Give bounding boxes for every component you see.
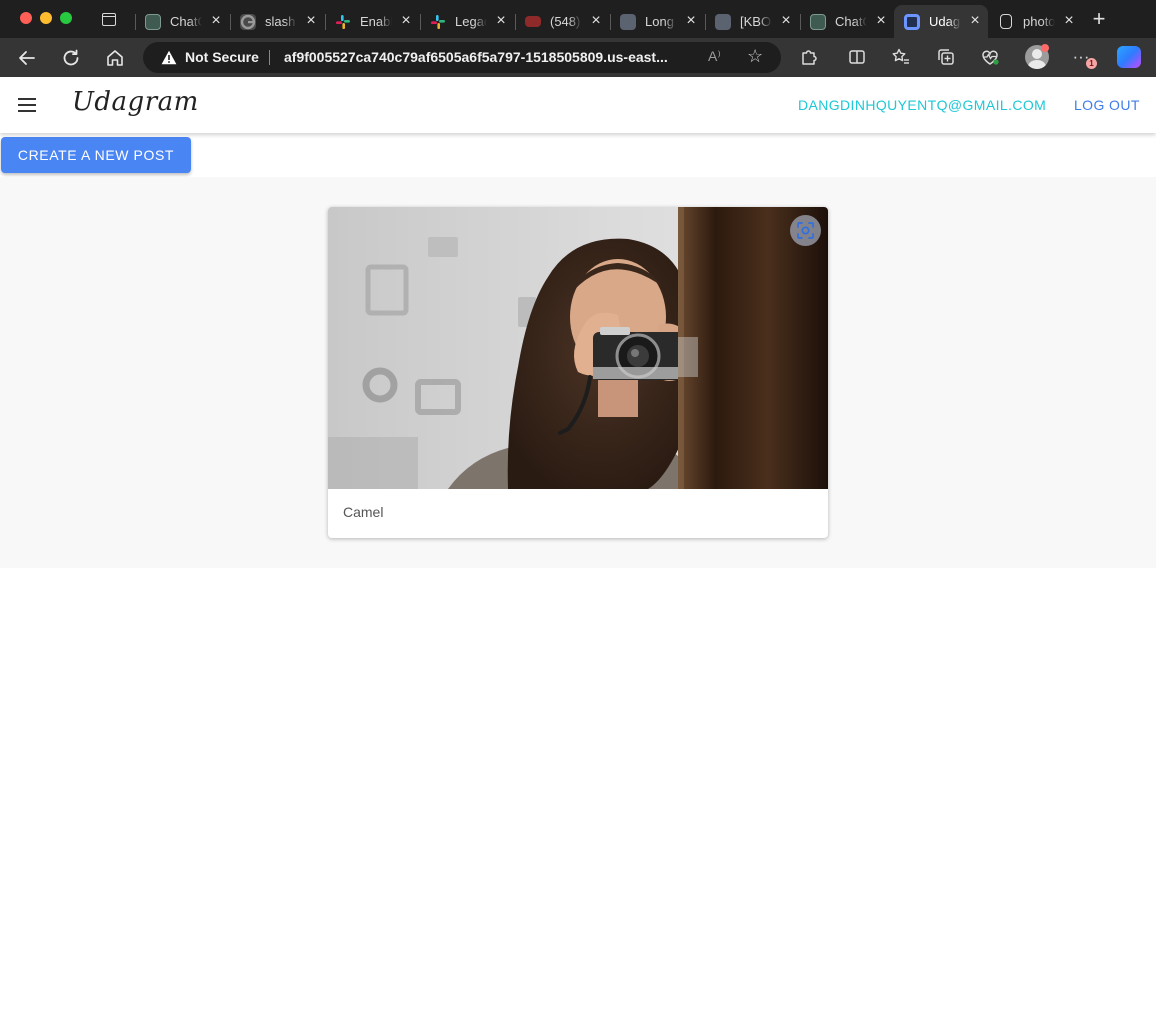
tab-separator	[420, 14, 421, 30]
tab-title: (548)	[550, 14, 581, 29]
visual-search-icon[interactable]	[790, 215, 821, 246]
post-card: Camel	[328, 207, 828, 538]
tab-separator	[325, 14, 326, 30]
tab-title: ChatGPT	[170, 14, 202, 29]
tab-title: photo	[1023, 14, 1055, 29]
browser-tab[interactable]: photo ×	[988, 5, 1083, 38]
close-tab-icon[interactable]: ×	[967, 11, 983, 31]
globe-icon	[715, 14, 731, 30]
close-tab-icon[interactable]: ×	[493, 11, 509, 31]
read-aloud-icon[interactable]: A⁾	[708, 48, 721, 65]
favorite-star-icon[interactable]: ☆	[747, 46, 763, 67]
browser-tab[interactable]: slash command ×	[230, 5, 325, 38]
browser-tab-active[interactable]: Udagram ×	[894, 5, 988, 38]
maximize-window-button[interactable]	[60, 12, 72, 24]
tab-separator	[230, 14, 231, 30]
slack-icon	[335, 14, 351, 30]
youtube-icon	[525, 16, 541, 27]
copilot-icon[interactable]	[1117, 46, 1141, 68]
google-icon	[240, 14, 256, 30]
close-tab-icon[interactable]: ×	[778, 11, 794, 31]
close-tab-icon[interactable]: ×	[208, 11, 224, 31]
favorites-icon[interactable]	[890, 46, 912, 68]
close-tab-icon[interactable]: ×	[1061, 11, 1077, 31]
browser-tab-strip: ChatGPT × slash command × Enable × Legac…	[0, 0, 1156, 38]
tab-title: Udagram	[929, 14, 961, 29]
warning-icon[interactable]	[161, 50, 177, 65]
back-icon[interactable]	[15, 46, 39, 70]
tab-title: Long	[645, 14, 674, 29]
refresh-icon[interactable]	[59, 46, 83, 70]
globe-icon	[620, 14, 636, 30]
post-caption: Camel	[343, 504, 384, 520]
profile-notification-dot	[1041, 44, 1049, 52]
tab-title: ChatGPT	[835, 14, 867, 29]
collections-icon[interactable]	[935, 46, 957, 68]
close-tab-icon[interactable]: ×	[873, 11, 889, 31]
chatgpt-icon	[810, 14, 826, 30]
tab-separator	[135, 14, 136, 30]
browser-tab[interactable]: ChatGPT ×	[135, 5, 230, 38]
udagram-icon	[904, 14, 920, 30]
close-tab-icon[interactable]: ×	[683, 11, 699, 31]
file-icon	[1000, 14, 1012, 29]
tab-title: [KBO	[740, 14, 772, 29]
close-window-button[interactable]	[20, 12, 32, 24]
user-email-link[interactable]: DANGDINHQUYENTQ@GMAIL.COM	[798, 97, 1046, 113]
logout-button[interactable]: LOG OUT	[1074, 97, 1140, 113]
tab-separator	[800, 14, 801, 30]
address-divider	[269, 50, 270, 65]
close-tab-icon[interactable]: ×	[398, 11, 414, 31]
tab-actions-icon[interactable]	[102, 13, 116, 26]
new-tab-button[interactable]: +	[1088, 8, 1110, 30]
app-header: Udagram DANGDINHQUYENTQ@GMAIL.COM LOG OU…	[0, 77, 1156, 133]
post-feed: Camel	[0, 177, 1156, 568]
tab-separator	[515, 14, 516, 30]
browser-tab[interactable]: Legacy ×	[420, 5, 515, 38]
tab-separator	[705, 14, 706, 30]
create-post-button[interactable]: CREATE A NEW POST	[1, 137, 191, 173]
close-tab-icon[interactable]: ×	[588, 11, 604, 31]
brand-logo[interactable]: Udagram	[72, 87, 199, 117]
chatgpt-icon	[145, 14, 161, 30]
slack-icon	[430, 14, 446, 30]
browser-tab[interactable]: (548) ×	[515, 5, 610, 38]
close-tab-icon[interactable]: ×	[303, 11, 319, 31]
security-label[interactable]: Not Secure	[185, 49, 259, 66]
browser-tab[interactable]: Long ×	[610, 5, 705, 38]
tab-title: Enable	[360, 14, 392, 29]
url-text[interactable]: af9f005527ca740c79af6505a6f5a797-1518505…	[284, 49, 700, 66]
split-screen-icon[interactable]	[846, 46, 868, 68]
tab-title: slash command	[265, 14, 297, 29]
browser-tab[interactable]: ChatGPT ×	[800, 5, 895, 38]
browser-tab[interactable]: Enable ×	[325, 5, 420, 38]
home-icon[interactable]	[103, 46, 127, 70]
address-bar[interactable]: Not Secure af9f005527ca740c79af6505a6f5a…	[143, 42, 781, 73]
browser-essentials-icon[interactable]	[979, 46, 1001, 68]
hamburger-menu-icon[interactable]	[18, 98, 36, 112]
minimize-window-button[interactable]	[40, 12, 52, 24]
browser-tab[interactable]: [KBO ×	[705, 5, 800, 38]
update-badge: 1	[1086, 58, 1097, 69]
post-image	[328, 207, 828, 489]
browser-toolbar: Not Secure af9f005527ca740c79af6505a6f5a…	[0, 38, 1156, 77]
extensions-icon[interactable]	[798, 46, 820, 68]
tab-title: Legacy	[455, 14, 487, 29]
tab-separator	[610, 14, 611, 30]
